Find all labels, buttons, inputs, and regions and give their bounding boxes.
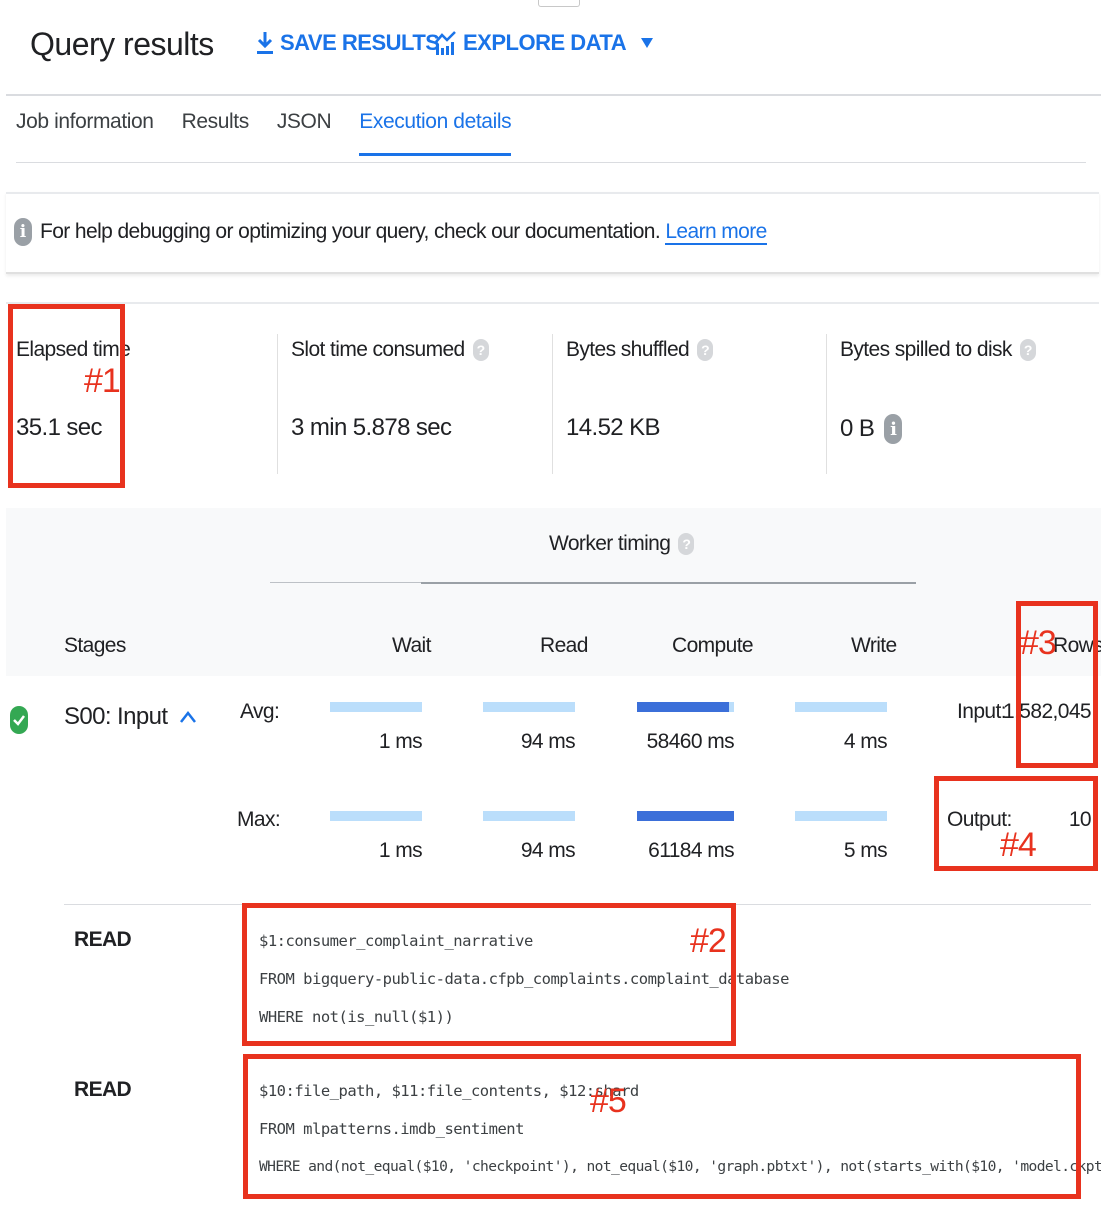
- tab-results[interactable]: Results: [182, 110, 250, 156]
- annotation-label-3: #3: [1020, 624, 1057, 662]
- max-wait-bar: [330, 811, 422, 821]
- tab-bar: Job information Results JSON Execution d…: [16, 110, 512, 156]
- max-write-value: 5 ms: [843, 839, 888, 862]
- tab-json[interactable]: JSON: [277, 110, 332, 156]
- max-write-bar: [795, 811, 887, 821]
- tabs-divider: [16, 162, 1086, 163]
- tab-job-information[interactable]: Job information: [16, 110, 154, 156]
- column-header-write: Write: [851, 634, 897, 657]
- chevron-up-icon: [179, 703, 197, 731]
- download-icon: [256, 30, 274, 56]
- avg-compute-bar: [637, 702, 729, 712]
- banner-text: For help debugging or optimizing your qu…: [40, 220, 661, 243]
- slot-time-label: Slot time consumed ?: [291, 338, 489, 362]
- drag-handle: [538, 0, 580, 7]
- avg-read-value: 94 ms: [520, 730, 576, 753]
- dropdown-arrow-icon: [640, 37, 654, 49]
- bytes-spilled-label: Bytes spilled to disk ?: [840, 338, 1036, 362]
- annotation-box-5: [243, 1054, 1081, 1199]
- avg-write-value: 4 ms: [843, 730, 888, 753]
- help-icon[interactable]: ?: [678, 533, 695, 555]
- save-results-label: SAVE RESULTS: [280, 30, 440, 55]
- annotation-box-2: [242, 903, 736, 1046]
- avg-wait-value: 1 ms: [378, 730, 423, 753]
- step-read-label: READ: [74, 1078, 132, 1101]
- worker-timing-underline-highlight: [421, 582, 916, 584]
- max-label: Max:: [237, 808, 281, 831]
- tab-execution-details[interactable]: Execution details: [359, 110, 512, 156]
- bytes-shuffled-label: Bytes shuffled ?: [566, 338, 714, 362]
- bytes-spilled-label-text: Bytes spilled to disk: [840, 338, 1012, 361]
- bytes-spilled-value-text: 0 B: [840, 415, 875, 442]
- annotation-label-5: #5: [590, 1082, 627, 1120]
- header-divider: [6, 94, 1101, 96]
- avg-compute-bar-remainder: [729, 702, 734, 712]
- avg-label: Avg:: [240, 700, 280, 723]
- max-read-value: 94 ms: [520, 839, 576, 862]
- annotation-label-1: #1: [84, 362, 121, 400]
- column-header-read: Read: [540, 634, 588, 657]
- column-header-stages: Stages: [64, 634, 126, 657]
- column-header-compute: Compute: [672, 634, 754, 657]
- column-header-wait: Wait: [392, 634, 431, 657]
- max-read-bar: [483, 811, 575, 821]
- banner-message: For help debugging or optimizing your qu…: [40, 220, 767, 245]
- info-icon: i: [14, 218, 32, 246]
- help-icon[interactable]: ?: [472, 339, 489, 361]
- explore-data-label: EXPLORE DATA: [463, 30, 627, 55]
- avg-write-bar: [795, 702, 887, 712]
- step-read-label: READ: [74, 928, 132, 951]
- help-icon[interactable]: ?: [697, 339, 714, 361]
- avg-read-bar: [483, 702, 575, 712]
- explore-data-button[interactable]: EXPLORE DATA: [435, 30, 654, 56]
- max-wait-value: 1 ms: [378, 839, 423, 862]
- slot-time-label-text: Slot time consumed: [291, 338, 465, 361]
- stage-toggle[interactable]: S00: Input: [64, 703, 197, 731]
- avg-compute-value: 58460 ms: [646, 730, 735, 753]
- learn-more-link[interactable]: Learn more: [665, 220, 767, 245]
- save-results-button[interactable]: SAVE RESULTS: [256, 30, 440, 56]
- annotation-label-2: #2: [690, 922, 727, 960]
- avg-wait-bar: [330, 702, 422, 712]
- success-check-icon: [10, 706, 28, 734]
- page-title: Query results: [30, 26, 214, 62]
- worker-timing-title: Worker timing ?: [549, 532, 695, 556]
- bytes-shuffled-value: 14.52 KB: [566, 414, 661, 441]
- stat-divider: [277, 334, 278, 474]
- slot-time-value: 3 min 5.878 sec: [291, 414, 452, 441]
- bytes-shuffled-label-text: Bytes shuffled: [566, 338, 690, 361]
- bytes-spilled-value: 0 B i: [840, 414, 903, 444]
- max-compute-value: 61184 ms: [648, 839, 734, 862]
- max-compute-bar: [637, 811, 734, 821]
- info-icon[interactable]: i: [884, 414, 903, 444]
- annotation-label-4: #4: [1000, 826, 1037, 864]
- stat-divider: [826, 334, 827, 474]
- stage-name: S00: Input: [64, 703, 168, 730]
- chart-icon: [435, 30, 457, 56]
- stat-divider: [552, 334, 553, 474]
- help-icon[interactable]: ?: [1019, 339, 1036, 361]
- worker-timing-title-text: Worker timing: [549, 532, 671, 555]
